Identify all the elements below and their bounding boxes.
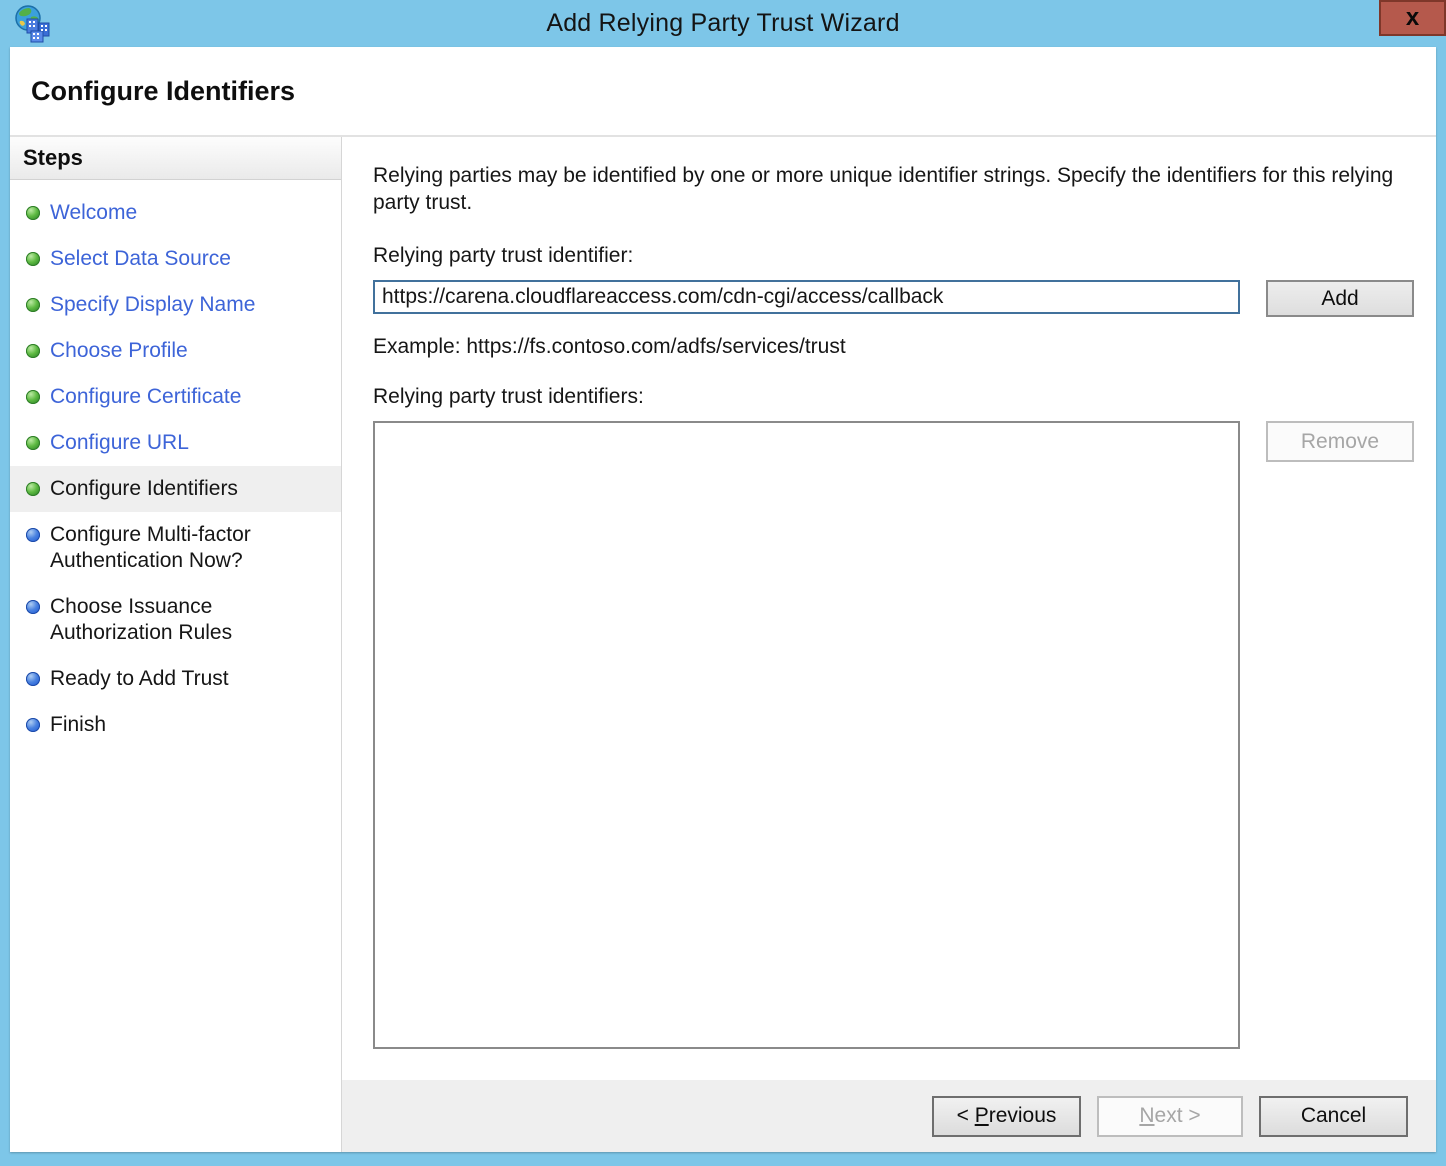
step-complete-icon: [26, 482, 40, 496]
step-complete-icon: [26, 390, 40, 404]
identifiers-listbox[interactable]: [373, 421, 1240, 1049]
title-bar: Add Relying Party Trust Wizard x: [0, 0, 1446, 47]
page-header: Configure Identifiers: [10, 47, 1436, 137]
main-content: Relying parties may be identified by one…: [342, 137, 1436, 1080]
step-label: Finish: [50, 713, 107, 736]
step-complete-icon: [26, 206, 40, 220]
identifiers-list-row: Remove: [373, 421, 1414, 1049]
step-pending-icon: [26, 718, 40, 732]
step-label: Welcome: [50, 201, 138, 224]
sidebar-step: Ready to Add Trust: [10, 656, 341, 702]
steps-list: Welcome Select Data Source Specify Display…: [10, 180, 341, 748]
previous-button[interactable]: < Previous: [932, 1095, 1081, 1137]
sidebar-step[interactable]: Specify Display Name: [10, 282, 341, 328]
sidebar-step[interactable]: Welcome: [10, 190, 341, 236]
step-label: Configure Certificate: [50, 385, 242, 408]
add-button[interactable]: Add: [1266, 280, 1414, 317]
step-pending-icon: [26, 600, 40, 614]
close-button[interactable]: x: [1379, 0, 1446, 36]
step-label: Select Data Source: [50, 247, 231, 270]
cancel-button[interactable]: Cancel: [1259, 1095, 1408, 1137]
steps-header: Steps: [10, 137, 341, 180]
step-pending-icon: [26, 528, 40, 542]
wizard-dialog: Configure Identifiers Steps Welcome Selec…: [10, 47, 1436, 1152]
identifier-input-label: Relying party trust identifier:: [373, 244, 634, 267]
wizard-footer: < Previous Next > Cancel: [342, 1080, 1436, 1152]
step-label: Ready to Add Trust: [50, 667, 229, 690]
sidebar-step[interactable]: Configure Certificate: [10, 374, 341, 420]
page-description: Relying parties may be identified by one…: [373, 164, 1394, 214]
adfs-app-icon: [15, 5, 50, 43]
remove-button[interactable]: Remove: [1266, 421, 1414, 462]
step-label: Choose Issuance Authorization Rules: [50, 595, 233, 644]
sidebar-step: Configure Identifiers: [10, 466, 341, 512]
page-title: Configure Identifiers: [31, 75, 296, 106]
identifier-input-row: Add: [373, 280, 1414, 317]
sidebar-step[interactable]: Configure URL: [10, 420, 341, 466]
step-pending-icon: [26, 672, 40, 686]
next-button[interactable]: Next >: [1097, 1095, 1243, 1137]
step-label: Configure Identifiers: [50, 477, 238, 500]
sidebar-step[interactable]: Choose Profile: [10, 328, 341, 374]
steps-sidebar: Steps Welcome Select Data Source Specify D…: [10, 137, 342, 1152]
step-complete-icon: [26, 298, 40, 312]
step-label: Choose Profile: [50, 339, 188, 362]
step-label: Specify Display Name: [50, 293, 256, 316]
step-complete-icon: [26, 344, 40, 358]
identifiers-list-label: Relying party trust identifiers:: [373, 385, 644, 408]
main-column: Relying parties may be identified by one…: [342, 137, 1436, 1152]
sidebar-step[interactable]: Select Data Source: [10, 236, 341, 282]
identifier-input[interactable]: [373, 280, 1240, 314]
step-complete-icon: [26, 252, 40, 266]
sidebar-step: Choose Issuance Authorization Rules: [10, 584, 341, 656]
window-title: Add Relying Party Trust Wizard: [546, 9, 900, 37]
step-label: Configure URL: [50, 431, 189, 454]
identifier-example-text: Example: https://fs.contoso.com/adfs/ser…: [373, 335, 846, 358]
sidebar-step: Finish: [10, 702, 341, 748]
sidebar-step: Configure Multi-factor Authentication No…: [10, 512, 341, 584]
step-complete-icon: [26, 436, 40, 450]
dialog-body: Steps Welcome Select Data Source Specify D…: [10, 137, 1436, 1152]
step-label: Configure Multi-factor Authentication No…: [50, 523, 251, 572]
